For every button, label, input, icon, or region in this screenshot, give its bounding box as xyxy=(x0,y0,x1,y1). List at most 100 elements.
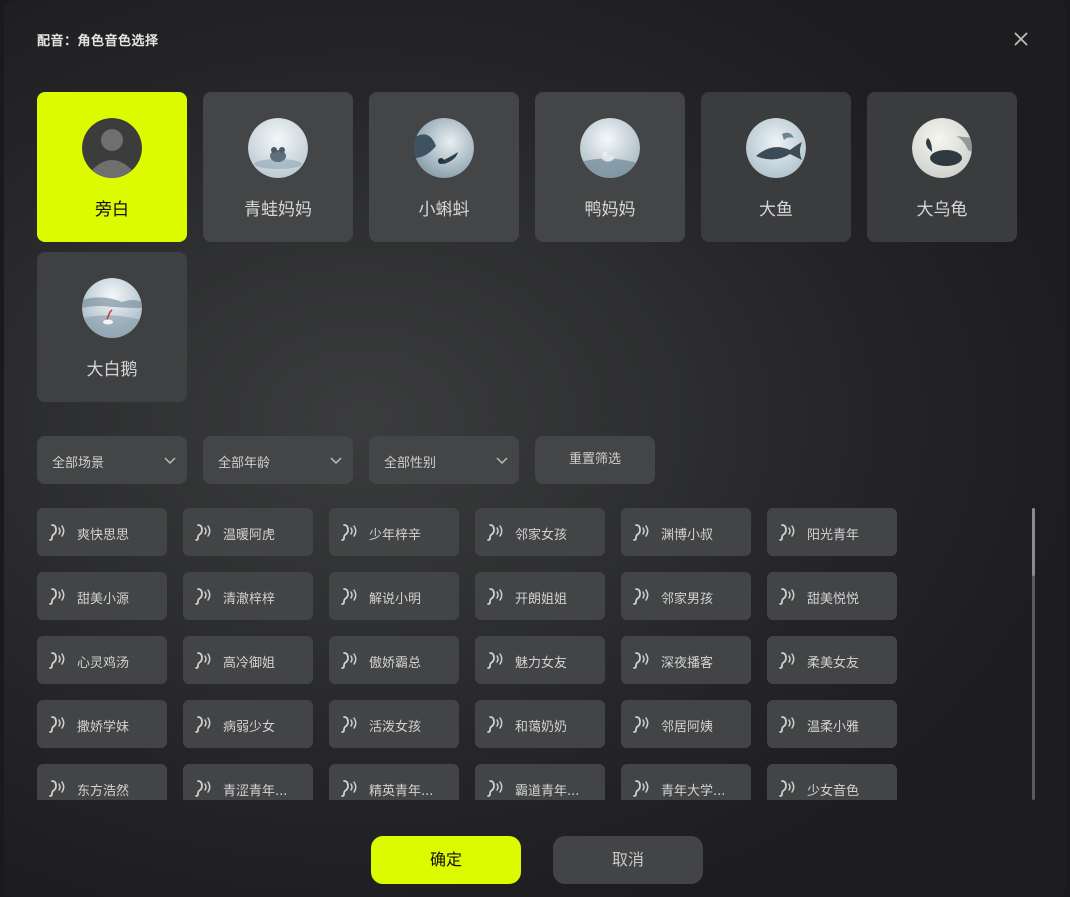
voice-wave-icon xyxy=(631,650,653,674)
voice-wave-icon xyxy=(485,714,507,738)
role-name: 小蝌蚪 xyxy=(418,200,470,220)
role-card-narrator[interactable]: 旁白 xyxy=(37,92,187,242)
confirm-button[interactable]: 确定 xyxy=(371,836,521,884)
voice-option[interactable]: 开朗姐姐 xyxy=(475,572,605,620)
voice-option-label: 阳光青年 xyxy=(807,528,860,543)
voice-option[interactable]: 和蔼奶奶 xyxy=(475,700,605,748)
voice-wave-icon xyxy=(47,714,69,738)
voice-option-label: 柔美女友 xyxy=(807,656,860,671)
voice-option-label: 温柔小雅 xyxy=(807,720,860,735)
voice-option[interactable]: 少女音色 xyxy=(767,764,897,800)
voice-option[interactable]: 甜美悦悦 xyxy=(767,572,897,620)
voice-option[interactable]: 少年梓辛 xyxy=(329,508,459,556)
voice-option-label: 和蔼奶奶 xyxy=(515,720,568,735)
voice-option-label: 清澈梓梓 xyxy=(223,592,276,607)
age-filter-label: 全部年龄 xyxy=(218,456,271,471)
voice-option[interactable]: 渊博小叔 xyxy=(621,508,751,556)
voice-option-label: 少年梓辛 xyxy=(369,528,422,543)
voice-option[interactable]: 活泼女孩 xyxy=(329,700,459,748)
role-card-big-turtle[interactable]: 大乌龟 xyxy=(867,92,1017,242)
duck-avatar-icon xyxy=(580,118,640,178)
role-card-big-fish[interactable]: 大鱼 xyxy=(701,92,851,242)
role-card-frog-mother[interactable]: 青蛙妈妈 xyxy=(203,92,353,242)
gender-filter-select[interactable]: 全部性别 xyxy=(369,436,519,484)
voice-wave-icon xyxy=(193,778,215,800)
voice-option[interactable]: 温暖阿虎 xyxy=(183,508,313,556)
voice-option[interactable]: 青涩青年... xyxy=(183,764,313,800)
voice-option[interactable]: 东方浩然 xyxy=(37,764,167,800)
voice-option[interactable]: 阳光青年 xyxy=(767,508,897,556)
voice-option-label: 甜美小源 xyxy=(77,592,130,607)
voice-option[interactable]: 精英青年... xyxy=(329,764,459,800)
voice-wave-icon xyxy=(193,522,215,546)
voice-option-label: 少女音色 xyxy=(807,784,860,799)
voice-option-label: 渊博小叔 xyxy=(661,528,714,543)
voice-wave-icon xyxy=(47,650,69,674)
frog-avatar-icon xyxy=(248,118,308,178)
voice-option-label: 解说小明 xyxy=(369,592,422,607)
role-name: 大鱼 xyxy=(759,200,793,220)
chevron-down-icon xyxy=(163,453,177,471)
voice-wave-icon xyxy=(777,522,799,546)
close-icon[interactable] xyxy=(1009,27,1033,51)
voice-option[interactable]: 魅力女友 xyxy=(475,636,605,684)
voice-wave-icon xyxy=(777,714,799,738)
role-name: 大白鹅 xyxy=(86,360,138,380)
voice-wave-icon xyxy=(485,522,507,546)
voice-option[interactable]: 爽快思思 xyxy=(37,508,167,556)
voice-option[interactable]: 清澈梓梓 xyxy=(183,572,313,620)
voice-option-label: 活泼女孩 xyxy=(369,720,422,735)
voice-option[interactable]: 撒娇学妹 xyxy=(37,700,167,748)
voice-option-label: 开朗姐姐 xyxy=(515,592,568,607)
voice-option-label: 魅力女友 xyxy=(515,656,568,671)
role-card-tadpole[interactable]: 小蝌蚪 xyxy=(369,92,519,242)
chevron-down-icon xyxy=(495,453,509,471)
voice-option[interactable]: 傲娇霸总 xyxy=(329,636,459,684)
voice-wave-icon xyxy=(47,778,69,800)
role-card-duck-mother[interactable]: 鸭妈妈 xyxy=(535,92,685,242)
voice-select-dialog: 配音：角色音色选择 旁白 青蛙妈妈 小蝌蚪 鸭妈妈 大鱼 大乌龟 大白鹅 全部场… xyxy=(4,0,1066,897)
voice-option-label: 病弱少女 xyxy=(223,720,276,735)
voice-option[interactable]: 温柔小雅 xyxy=(767,700,897,748)
voice-wave-icon xyxy=(777,586,799,610)
voice-option-label: 温暖阿虎 xyxy=(223,528,276,543)
voice-option[interactable]: 甜美小源 xyxy=(37,572,167,620)
voice-wave-icon xyxy=(193,650,215,674)
age-filter-select[interactable]: 全部年龄 xyxy=(203,436,353,484)
voice-list-scroll-thumb[interactable] xyxy=(1032,508,1035,576)
voice-option[interactable]: 邻居阿姨 xyxy=(621,700,751,748)
voice-option[interactable]: 青年大学... xyxy=(621,764,751,800)
voice-wave-icon xyxy=(339,714,361,738)
scene-filter-select[interactable]: 全部场景 xyxy=(37,436,187,484)
role-name: 鸭妈妈 xyxy=(584,200,636,220)
voice-option[interactable]: 邻家男孩 xyxy=(621,572,751,620)
voice-option[interactable]: 霸道青年... xyxy=(475,764,605,800)
voice-option[interactable]: 邻家女孩 xyxy=(475,508,605,556)
voice-option-label: 青涩青年... xyxy=(223,784,288,799)
voice-option[interactable]: 解说小明 xyxy=(329,572,459,620)
voice-option[interactable]: 心灵鸡汤 xyxy=(37,636,167,684)
voice-option[interactable]: 高冷御姐 xyxy=(183,636,313,684)
voice-wave-icon xyxy=(631,714,653,738)
voice-option-label: 撒娇学妹 xyxy=(77,720,130,735)
voice-wave-icon xyxy=(485,778,507,800)
voice-option-label: 傲娇霸总 xyxy=(369,656,422,671)
voice-option[interactable]: 深夜播客 xyxy=(621,636,751,684)
dialog-title: 配音：角色音色选择 xyxy=(37,34,159,49)
voice-wave-icon xyxy=(777,650,799,674)
voice-option-label: 爽快思思 xyxy=(77,528,130,543)
cancel-button[interactable]: 取消 xyxy=(553,836,703,884)
voice-option-label: 青年大学... xyxy=(661,784,726,799)
role-name: 旁白 xyxy=(95,200,129,220)
voice-option-label: 邻居阿姨 xyxy=(661,720,714,735)
voice-wave-icon xyxy=(47,586,69,610)
voice-option-label: 精英青年... xyxy=(369,784,434,799)
voice-option[interactable]: 病弱少女 xyxy=(183,700,313,748)
voice-list: 爽快思思 温暖阿虎 少年梓辛 邻家女孩 渊博小叔 阳光青年甜美小源 清澈梓梓 解说小明 开朗姐姐… xyxy=(37,508,907,800)
voice-wave-icon xyxy=(631,586,653,610)
reset-filter-button[interactable]: 重置筛选 xyxy=(535,436,655,484)
role-card-big-goose[interactable]: 大白鹅 xyxy=(37,252,187,402)
voice-option[interactable]: 柔美女友 xyxy=(767,636,897,684)
chevron-down-icon xyxy=(329,453,343,471)
voice-wave-icon xyxy=(777,778,799,800)
